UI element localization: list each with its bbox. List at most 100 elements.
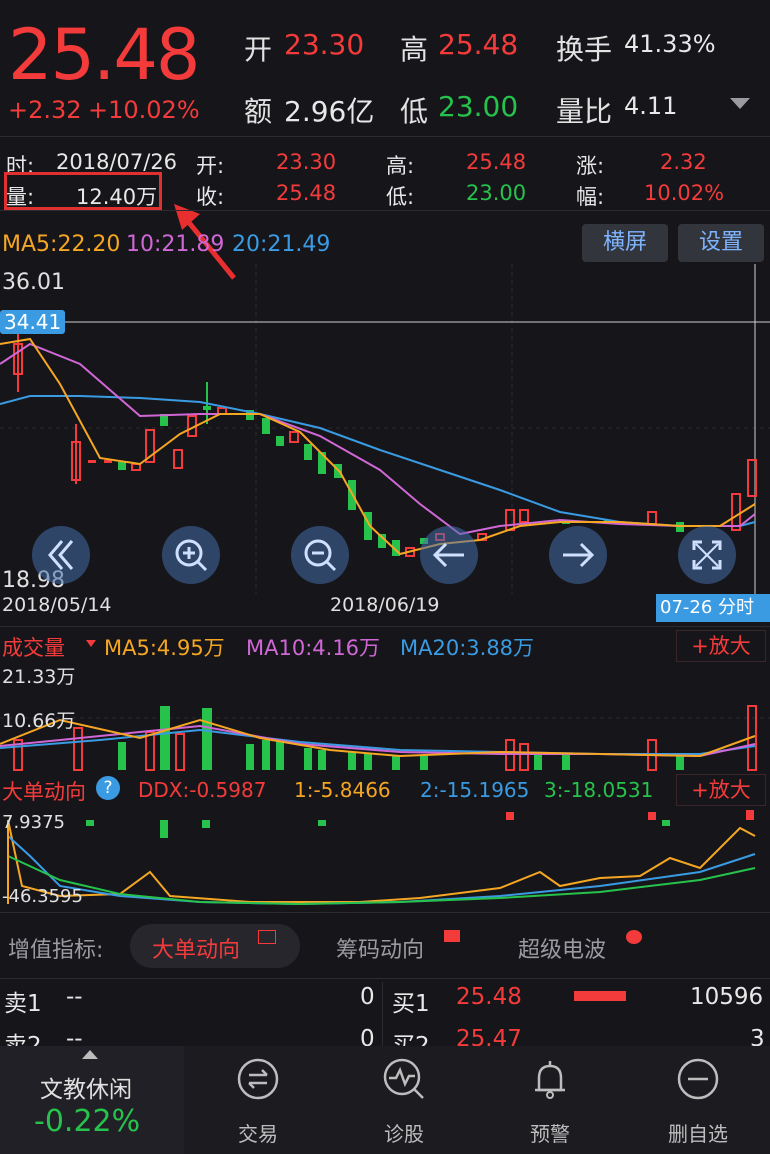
divider [0,136,770,137]
buy1-label: 买1 [392,991,430,1017]
nav-remove-watchlist[interactable]: 删自选 [652,1056,744,1148]
crosshair-price-tag: 34.41 [0,310,66,334]
nav-alert[interactable]: 预警 [506,1056,594,1148]
high-label: 高 [400,33,429,66]
price-change: +2.32 [8,96,82,124]
detail-low-label: 低: [386,185,415,209]
detail-high-label: 高: [386,154,415,178]
detail-close: 25.48 [276,181,337,205]
bell-icon [535,1061,565,1099]
amount-label: 额 [244,95,273,128]
divider [0,978,770,979]
turnover-value: 41.33% [624,30,716,58]
date-axis-mid: 2018/06/19 [330,594,440,616]
nav-diagnose[interactable]: 诊股 [360,1056,448,1148]
tab-super-wave[interactable]: 超级电波 [518,932,606,964]
diagnose-icon [383,1058,424,1099]
ddx-line1: 1:-5.8466 [294,778,391,802]
settings-button[interactable]: 设置 [678,224,764,262]
kline-chart[interactable] [0,264,770,626]
sector-panel[interactable]: 文教休闲 -0.22% [0,1046,184,1154]
trade-icon [237,1058,279,1100]
date-axis-left: 2018/05/14 [2,594,112,616]
sector-change: -0.22% [34,1104,141,1139]
detail-open: 23.30 [276,150,337,174]
arrow-right-icon [563,542,595,568]
detail-rise: 2.32 [660,150,707,174]
sell1-volume: 0 [360,984,375,1010]
fullscreen-icon [692,540,722,570]
help-icon[interactable]: ? [96,776,120,800]
dropdown-arrow-icon[interactable] [86,640,96,647]
zoom-in-button[interactable] [162,526,220,584]
move-left-button[interactable] [420,526,478,584]
low-value: 23.00 [438,90,519,123]
volume-ratio-value: 4.11 [624,92,678,120]
detail-range-label: 幅: [576,185,605,209]
volume-axis-top: 21.33万 [2,666,76,688]
time-share-tag[interactable]: 07-26 分时 [656,594,770,622]
high-value: 25.48 [438,28,519,61]
rewind-button[interactable] [32,526,90,584]
chevron-up-icon [82,1050,98,1059]
volume-chart[interactable] [0,660,770,772]
zoom-out-button[interactable] [291,526,349,584]
expand-chevron-icon[interactable] [730,98,750,109]
buy1-volume-bar [574,991,626,1001]
divider [0,210,770,211]
detail-time: 2018/07/26 [56,150,178,174]
price-change-pct: +10.02% [88,96,200,124]
open-label: 开 [244,33,273,66]
divider [0,912,770,913]
ddx-title[interactable]: 大单动向 [2,776,86,806]
current-price: 25.48 [8,14,200,96]
volume-ma5: MA5:4.95万 [104,636,225,660]
ddx-line3: 3:-18.0531 [544,778,654,802]
badge-icon [258,930,276,944]
volume-zoom-button[interactable]: +放大 [676,630,766,662]
sector-name: 文教休闲 [40,1077,132,1103]
turnover-label: 换手 [556,33,613,66]
ddx-value: DDX:-0.5987 [138,778,267,802]
divider [382,982,383,1048]
detail-high: 25.48 [466,150,527,174]
landscape-button[interactable]: 横屏 [582,224,668,262]
volume-ratio-label: 量比 [556,95,613,128]
kline-ma20: 20:21.49 [232,232,331,257]
detail-rise-label: 涨: [576,154,605,178]
badge-icon [626,930,642,944]
ddx-chart[interactable] [0,806,770,910]
zoom-in-icon [175,539,208,572]
double-chevron-left-icon [48,540,74,570]
ddx-axis-top: 7.9375 [2,812,65,833]
nav-label: 删自选 [668,1122,728,1146]
amount-value: 2.96亿 [284,95,375,128]
buy1-volume: 10596 [690,984,764,1010]
volume-title[interactable]: 成交量 [2,632,65,662]
sell1-price: -- [66,984,83,1010]
detail-vol-label: 量: [6,185,35,209]
zoom-out-icon [304,539,337,572]
buy1-price: 25.48 [456,984,522,1010]
tab-chip-flow[interactable]: 筹码动向 [336,932,424,964]
ddx-zoom-button[interactable]: +放大 [676,774,766,806]
arrow-left-icon [432,542,464,568]
volume-ma20: MA20:3.88万 [400,636,535,660]
detail-open-label: 开: [196,154,225,178]
fullscreen-button[interactable] [678,526,736,584]
kline-ma10: 10:21.89 [126,232,225,257]
minus-circle-icon [677,1058,719,1100]
badge-icon [444,930,460,942]
volume-axis-mid: 10.66万 [2,710,76,732]
tab-big-order[interactable]: 大单动向 [130,924,300,968]
low-label: 低 [400,95,429,128]
divider [0,626,770,627]
nav-trade[interactable]: 交易 [214,1056,302,1148]
move-right-button[interactable] [549,526,607,584]
kline-ma5: MA5:22.20 [2,232,121,257]
nav-label: 预警 [530,1122,570,1146]
volume-ma10: MA10:4.16万 [246,636,381,660]
open-value: 23.30 [284,28,365,61]
ddx-axis-bottom: -46.3595 [2,886,83,907]
indicator-label: 增值指标: [8,938,104,963]
